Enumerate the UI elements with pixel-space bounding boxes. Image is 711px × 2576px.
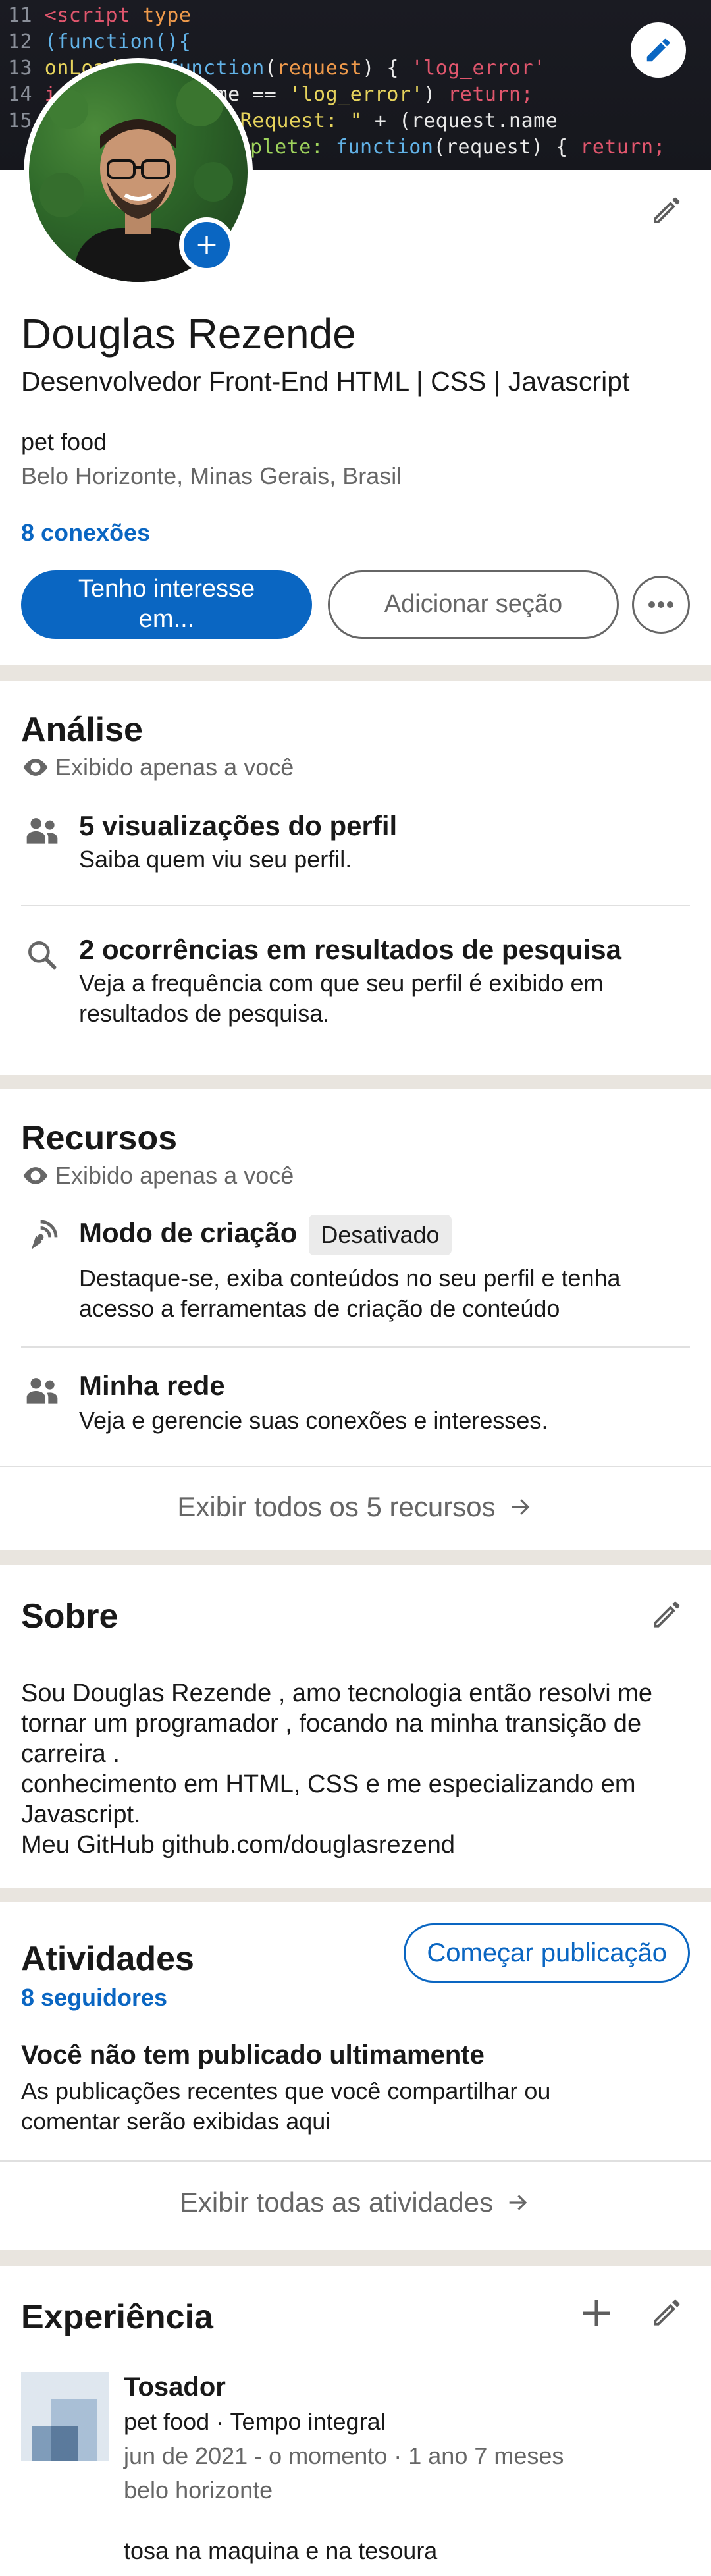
about-text: Sou Douglas Rezende , amo tecnologia ent… [21,1678,690,1860]
visibility-note: Exibido apenas a você [21,754,294,781]
resources-section: Recursos Exibido apenas a você Modo de c… [0,1089,711,1550]
open-to-button[interactable]: Tenho interesse em... [21,570,312,639]
pencil-icon [646,38,670,62]
experience-section: Experiência Tosador pet food · Tempo int… [0,2266,711,2576]
section-title: Recursos [21,1119,177,1157]
empty-activity-title: Você não tem publicado ultimamente [21,2041,485,2069]
about-line: Sou Douglas Rezende , amo tecnologia ent… [21,1680,653,1707]
item-description: Veja e gerencie suas conexões e interess… [79,1407,548,1434]
show-all-resources-button[interactable]: Exibir todos os 5 recursos [0,1491,711,1523]
plus-icon [198,236,216,254]
people-icon [21,1370,63,1412]
show-all-activity-button[interactable]: Exibir todas as atividades [0,2187,711,2218]
profile-actions: Tenho interesse em... Adicionar seção [21,570,690,639]
company-logo [21,2372,109,2461]
activity-section: Atividades Começar publicação 8 seguidor… [0,1902,711,2250]
edit-experience-button[interactable] [645,2292,687,2334]
about-line: conhecimento em HTML, CSS e me especiali… [21,1770,636,1798]
add-experience-button[interactable] [575,2292,618,2334]
divider [21,1346,690,1348]
eye-icon [23,759,48,776]
start-post-button[interactable]: Começar publicação [404,1923,690,1983]
experience-description: tosa na maquina e na tesoura [124,2537,438,2564]
divider [0,2160,711,2162]
broadcast-icon [21,1215,63,1257]
status-badge: Desativado [309,1215,452,1255]
empty-activity-description: As publicações recentes que você compart… [21,2077,551,2135]
experience-company: pet food · Tempo integral [124,2408,386,2435]
profile-page: 11 <script type 12 (function(){ 13 onLoa… [0,0,711,2576]
code-line: 11 <script type [8,4,192,27]
item-title-text: Modo de criação [79,1217,298,1249]
profile-header-card: Douglas Rezende Desenvolvedor Front-End … [0,58,711,665]
about-line: Javascript. [21,1801,141,1828]
plus-icon [583,2300,610,2326]
people-icon [21,810,63,852]
visibility-text: Exibido apenas a você [55,754,294,781]
profile-location: Belo Horizonte, Minas Gerais, Brasil [21,462,402,489]
arrow-right-icon [509,2195,527,2210]
item-title: Modo de criação Desativado [79,1215,452,1255]
visibility-note: Exibido apenas a você [21,1162,294,1190]
arrow-right-icon [512,1499,529,1515]
show-all-label: Exibir todas as atividades [179,2187,494,2218]
edit-cover-button[interactable] [631,22,686,78]
item-title: 2 ocorrências em resultados de pesquisa [79,934,622,965]
more-dots-icon [648,601,673,608]
about-line: carreira . [21,1740,120,1768]
followers-link[interactable]: 8 seguidores [21,1984,167,2012]
item-description: Destaque-se, exiba conteúdos no seu perf… [79,1265,621,1322]
section-title: Experiência [21,2298,213,2336]
more-actions-button[interactable] [632,576,690,634]
experience-period: jun de 2021 - o momento · 1 ano 7 meses [124,2442,564,2469]
analytics-section: Análise Exibido apenas a você 5 visualiz… [0,681,711,1075]
code-line: plete: function(request) { return; [250,136,666,159]
profile-company: pet food [21,428,107,455]
pencil-icon [654,1601,680,1628]
code-line: 12 (function(){ [8,30,192,53]
about-section: Sobre Sou Douglas Rezende , amo tecnolog… [0,1565,711,1888]
about-line: tornar um programador , focando na minha… [21,1710,642,1738]
visibility-text: Exibido apenas a você [55,1162,294,1189]
profile-name: Douglas Rezende [21,310,356,358]
section-title: Atividades [21,1940,194,1978]
search-icon [21,934,63,976]
pencil-icon [654,2299,680,2326]
section-title: Sobre [21,1597,118,1635]
experience-location: belo horizonte [124,2477,273,2504]
experience-role: Tosador [124,2372,226,2401]
add-section-button[interactable]: Adicionar seção [328,570,619,639]
profile-headline: Desenvolvedor Front-End HTML | CSS | Jav… [21,366,630,397]
item-title: Minha rede [79,1370,225,1401]
add-photo-button[interactable] [179,217,234,273]
edit-intro-button[interactable] [645,190,687,232]
section-title: Análise [21,711,143,749]
edit-about-button[interactable] [645,1594,687,1636]
about-line: Meu GitHub github.com/douglasrezend [21,1831,456,1859]
divider [0,1466,711,1467]
item-title: 5 visualizações do perfil [79,810,398,841]
connections-link[interactable]: 8 conexões [21,519,150,547]
divider [21,905,690,906]
item-description: Saiba quem viu seu perfil. [79,846,352,873]
item-description: Veja a frequência com que seu perfil é e… [79,970,604,1027]
pencil-icon [654,197,680,223]
show-all-label: Exibir todos os 5 recursos [177,1491,496,1522]
eye-icon [23,1167,48,1184]
